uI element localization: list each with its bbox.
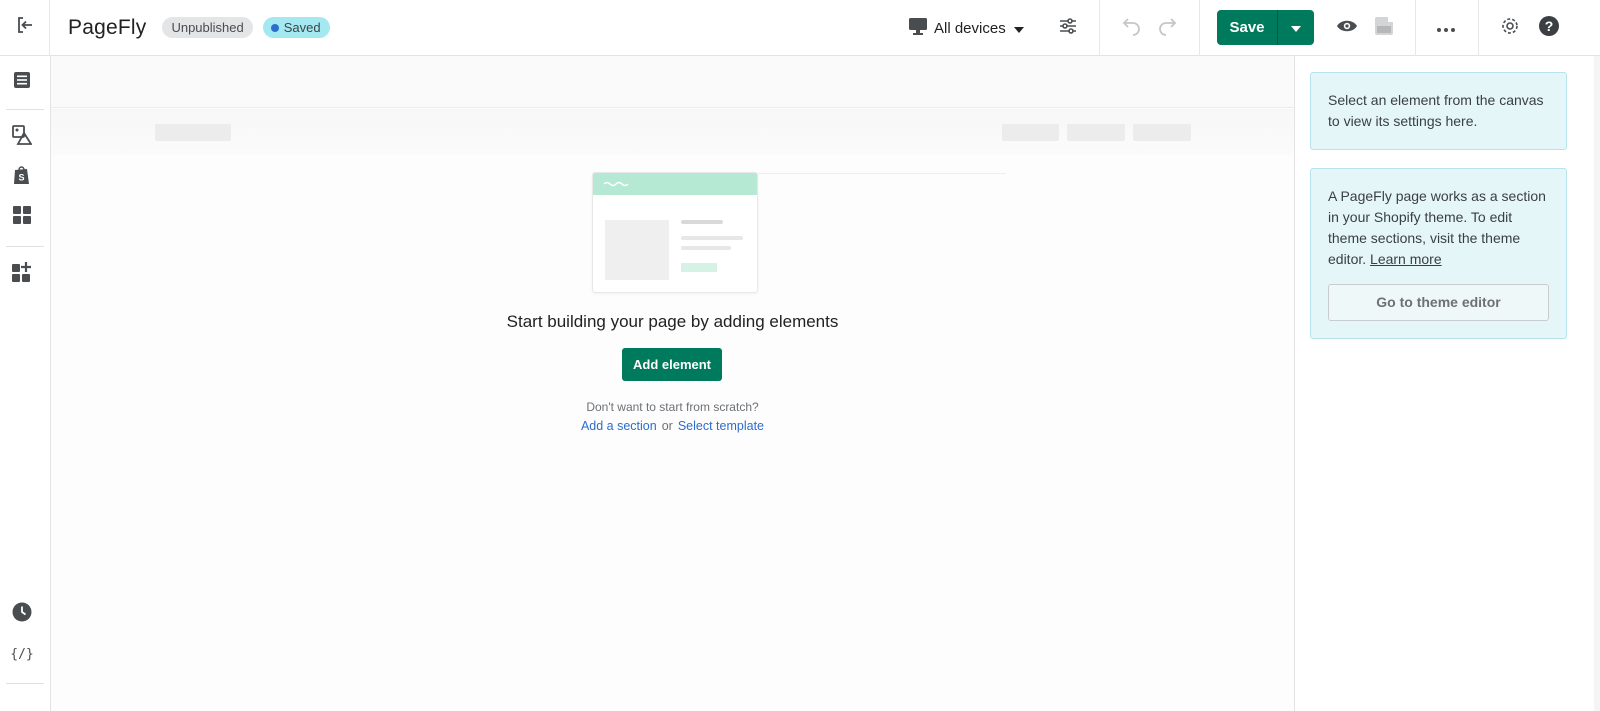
learn-more-link[interactable]: Learn more xyxy=(1370,251,1442,267)
undo-button[interactable] xyxy=(1117,14,1145,42)
status-badge-unpublished: Unpublished xyxy=(162,17,253,38)
device-label: All devices xyxy=(934,19,1006,37)
illustration-button xyxy=(681,263,717,272)
theme-header-placeholder xyxy=(51,56,1294,108)
page-preview-icon xyxy=(1374,16,1394,41)
code-icon: {/} xyxy=(10,644,33,667)
page-settings-button[interactable] xyxy=(1054,14,1082,42)
custom-code-button[interactable]: {/} xyxy=(10,644,33,667)
toolbar-divider xyxy=(1199,0,1200,56)
settings-panel: Select an element from the canvas to vie… xyxy=(1294,56,1600,711)
or-text: or xyxy=(661,419,673,433)
history-button[interactable] xyxy=(11,602,33,627)
svg-text:S: S xyxy=(18,172,24,182)
illustration-line xyxy=(681,246,731,250)
skeleton-nav-item xyxy=(1002,124,1059,141)
clock-icon xyxy=(12,602,32,627)
svg-text:{/}: {/} xyxy=(11,647,33,662)
status-dot xyxy=(270,23,279,32)
info-card-select-element: Select an element from the canvas to vie… xyxy=(1310,72,1567,150)
skeleton-nav-item xyxy=(1133,124,1191,141)
sidebar-divider xyxy=(6,246,44,247)
redo-icon xyxy=(1157,16,1179,41)
shopify-bag-icon: S xyxy=(13,165,31,190)
help-icon: ? xyxy=(1538,15,1560,42)
app-title: PageFly xyxy=(68,15,147,39)
caret-down-icon xyxy=(1291,19,1301,37)
empty-state-title: Start building your page by adding eleme… xyxy=(506,312,839,331)
sections-button[interactable] xyxy=(11,205,33,229)
undo-icon xyxy=(1120,16,1142,41)
illustration-guideline xyxy=(758,173,1006,174)
list-icon xyxy=(13,71,31,94)
toolbar-divider xyxy=(1099,0,1100,56)
panel-scrollbar[interactable] xyxy=(1594,56,1600,711)
gear-icon xyxy=(1500,16,1520,41)
device-selector[interactable]: All devices xyxy=(908,14,1024,42)
illustration-header xyxy=(593,173,757,195)
caret-down-icon xyxy=(1013,20,1024,37)
live-preview-button[interactable] xyxy=(1370,14,1398,42)
svg-text:?: ? xyxy=(1545,18,1554,34)
add-grid-icon xyxy=(12,261,32,287)
info-card-theme-section: A PageFly page works as a section in you… xyxy=(1310,168,1567,339)
info-card-text: Select an element from the canvas to vie… xyxy=(1328,92,1544,129)
more-icon xyxy=(1437,19,1455,37)
page-outline-button[interactable] xyxy=(11,71,33,93)
more-actions-button[interactable] xyxy=(1432,14,1460,42)
sidebar-divider xyxy=(6,109,44,110)
add-element-button[interactable]: Add element xyxy=(622,348,722,381)
select-template-link[interactable]: Select template xyxy=(678,419,764,433)
save-options-button[interactable] xyxy=(1278,10,1314,45)
editor-canvas[interactable]: Start building your page by adding eleme… xyxy=(51,56,1294,711)
add-section-link[interactable]: Add a section xyxy=(581,419,657,433)
eye-icon xyxy=(1336,19,1358,38)
add-element-sidebar-button[interactable] xyxy=(11,261,33,287)
start-options: Add a section or Select template xyxy=(51,419,1294,433)
sidebar-divider xyxy=(6,683,44,684)
save-button[interactable]: Save xyxy=(1217,10,1278,45)
monitor-icon xyxy=(908,17,928,39)
theme-nav-placeholder xyxy=(51,109,1294,155)
media-button[interactable] xyxy=(11,124,33,150)
top-bar: PageFly Unpublished Saved All devices Sa… xyxy=(0,0,1600,56)
left-sidebar: S {/} xyxy=(0,56,51,711)
status-badge-saved: Saved xyxy=(262,17,330,38)
image-shapes-icon xyxy=(12,124,33,150)
shopify-button[interactable]: S xyxy=(11,165,33,190)
exit-button[interactable] xyxy=(0,0,50,56)
help-button[interactable]: ? xyxy=(1535,14,1563,42)
preview-button[interactable] xyxy=(1333,14,1361,42)
exit-icon xyxy=(16,16,34,39)
skeleton-logo xyxy=(155,124,231,141)
save-button-group: Save xyxy=(1217,10,1314,45)
saved-label: Saved xyxy=(283,20,321,35)
illustration-image xyxy=(605,220,669,280)
illustration-line xyxy=(681,220,723,224)
redo-button[interactable] xyxy=(1154,14,1182,42)
toolbar-divider xyxy=(1415,0,1416,56)
go-to-theme-editor-button[interactable]: Go to theme editor xyxy=(1328,284,1549,321)
settings-button[interactable] xyxy=(1496,14,1524,42)
sliders-icon xyxy=(1059,17,1077,39)
empty-state-subtext: Don't want to start from scratch? xyxy=(586,400,759,414)
empty-page-illustration xyxy=(592,172,758,293)
grid-icon xyxy=(13,205,31,229)
toolbar-divider xyxy=(1478,0,1479,56)
skeleton-nav-item xyxy=(1067,124,1125,141)
illustration-line xyxy=(681,236,743,240)
